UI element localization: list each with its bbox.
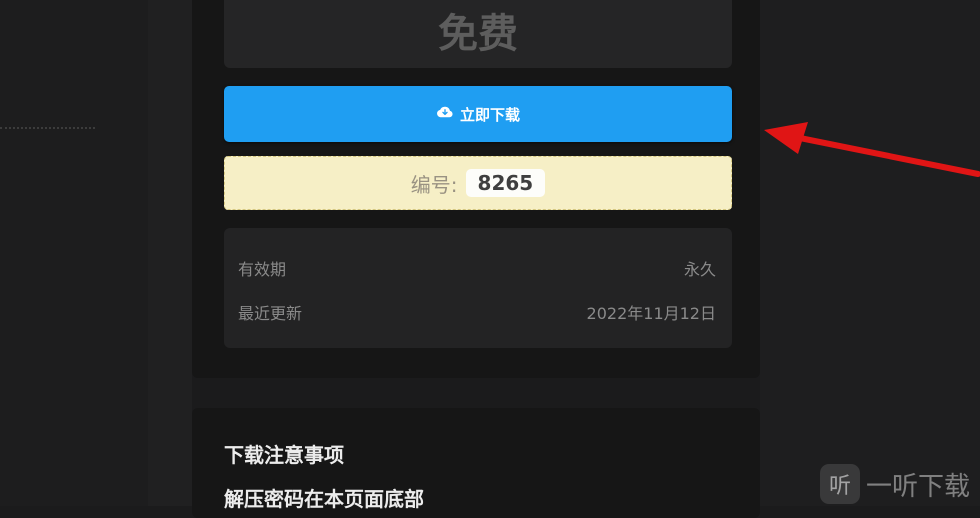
download-now-button[interactable]: 立即下载: [224, 86, 732, 142]
left-sidebar-area: [0, 0, 148, 506]
validity-value: 永久: [683, 260, 716, 279]
notes-title: 下载注意事项: [224, 443, 344, 467]
notes-unzip-password-line: 解压密码在本页面底部: [224, 487, 424, 511]
red-arrow-annotation: [764, 122, 980, 177]
right-sidebar-area: [760, 0, 980, 506]
cloud-download-icon: [436, 105, 454, 123]
code-label: 编号:: [410, 172, 458, 197]
last-updated-label: 最近更新: [238, 304, 303, 323]
validity-label: 有效期: [238, 260, 287, 279]
left-gutter: [148, 0, 192, 506]
dotted-divider: [0, 127, 95, 129]
validity-row: 有效期 永久: [238, 257, 716, 279]
watermark-logo-icon: 听: [820, 464, 860, 504]
code-value[interactable]: 8265: [465, 169, 546, 197]
last-updated-row: 最近更新 2022年11月12日: [238, 301, 716, 323]
last-updated-value: 2022年11月12日: [586, 304, 716, 323]
download-notes-card: 下载注意事项 解压密码在本页面底部: [192, 408, 760, 518]
resource-info-box: 有效期 永久 最近更新 2022年11月12日: [224, 228, 732, 348]
price-label: 免费: [224, 0, 732, 68]
resource-code-box: 编号: 8265: [224, 156, 732, 210]
watermark-text: 一听下载: [866, 471, 971, 502]
download-button-label: 立即下载: [459, 105, 520, 124]
site-watermark: 听 一听下载: [820, 462, 970, 506]
